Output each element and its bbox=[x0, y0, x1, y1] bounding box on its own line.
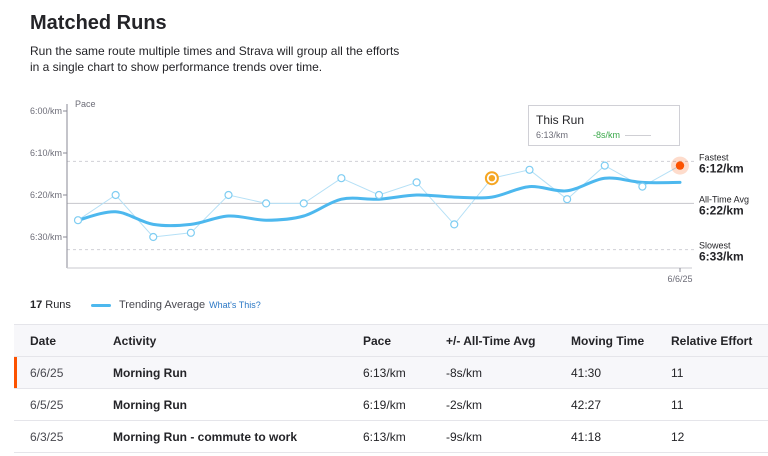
row-relative-effort: 12 bbox=[671, 420, 768, 453]
table-header-row: Date Activity Pace +/- All-Time Avg Movi… bbox=[14, 324, 768, 357]
row-pace: 6:13/km bbox=[363, 356, 446, 389]
whats-this-link[interactable]: What's This? bbox=[209, 300, 261, 310]
tooltip-pace: 6:13/km bbox=[536, 130, 569, 140]
table-row[interactable]: 6/5/25 Morning Run 6:19/km -2s/km 42:27 … bbox=[14, 388, 768, 421]
run-point bbox=[224, 190, 233, 200]
tooltip-title: This Run bbox=[536, 113, 585, 127]
run-point bbox=[149, 232, 158, 242]
run-point bbox=[638, 182, 647, 191]
row-pace: 6:13/km bbox=[363, 420, 446, 453]
header-moving-time[interactable]: Moving Time bbox=[571, 324, 671, 357]
row-moving-time: 41:18 bbox=[571, 420, 671, 453]
header-date[interactable]: Date bbox=[14, 324, 113, 357]
row-activity-link[interactable]: Morning Run - commute to work bbox=[113, 420, 363, 453]
y-tick-label: 6:20/km bbox=[30, 190, 62, 200]
run-point bbox=[337, 174, 346, 183]
table-row[interactable]: 6/6/25 Morning Run 6:13/km -8s/km 41:30 … bbox=[14, 356, 768, 389]
run-point bbox=[563, 195, 572, 204]
run-point bbox=[412, 178, 421, 187]
row-date: 6/3/25 bbox=[14, 420, 113, 453]
row-diff: -2s/km bbox=[446, 388, 571, 421]
row-moving-time: 42:27 bbox=[571, 388, 671, 421]
this-run-tooltip: This Run 6:13/km -8s/km bbox=[528, 105, 680, 146]
row-moving-time: 41:30 bbox=[571, 356, 671, 389]
y-tick-label: 6:30/km bbox=[30, 232, 62, 242]
trend-label: Trending Average bbox=[118, 299, 206, 311]
slowest-value: 6:33/km bbox=[699, 250, 744, 264]
this-run-point bbox=[488, 175, 496, 182]
x-end-label: 6/6/25 bbox=[667, 274, 692, 284]
row-pace: 6:19/km bbox=[363, 388, 446, 421]
chart-legend: 17 Runs Trending Average What's This? bbox=[30, 299, 261, 311]
header-pace[interactable]: Pace bbox=[363, 324, 446, 357]
matched-runs-table: Date Activity Pace +/- All-Time Avg Movi… bbox=[14, 324, 768, 453]
y-tick-label: 6:10/km bbox=[30, 148, 62, 158]
row-diff: -9s/km bbox=[446, 420, 571, 453]
runs-label: Runs bbox=[45, 299, 71, 311]
row-diff: -8s/km bbox=[446, 356, 571, 389]
fastest-value: 6:12/km bbox=[699, 161, 744, 175]
trend-swatch bbox=[90, 303, 111, 307]
y-tick-label: 6:00/km bbox=[30, 106, 62, 116]
fastest-point bbox=[675, 161, 685, 170]
run-point bbox=[262, 199, 271, 208]
trending-average-line bbox=[76, 176, 682, 228]
y-axis-label: Pace bbox=[75, 99, 96, 109]
row-relative-effort: 11 bbox=[671, 388, 768, 421]
row-date: 6/6/25 bbox=[14, 356, 113, 389]
run-point bbox=[600, 161, 609, 170]
row-date: 6/5/25 bbox=[14, 388, 113, 421]
run-point bbox=[186, 228, 195, 237]
header-activity[interactable]: Activity bbox=[113, 324, 363, 357]
run-point bbox=[73, 216, 83, 225]
run-point bbox=[374, 190, 384, 200]
run-point bbox=[111, 190, 120, 200]
tooltip-diff: -8s/km bbox=[593, 130, 620, 140]
row-activity-link[interactable]: Morning Run bbox=[113, 356, 363, 389]
runs-count: 17 bbox=[30, 299, 43, 311]
tooltip-trend-line bbox=[625, 135, 651, 136]
run-point bbox=[450, 220, 459, 229]
table-row[interactable]: 6/3/25 Morning Run - commute to work 6:1… bbox=[14, 420, 768, 453]
average-value: 6:22/km bbox=[699, 203, 744, 217]
header-relative-effort[interactable]: Relative Effort bbox=[671, 324, 768, 357]
row-activity-link[interactable]: Morning Run bbox=[113, 388, 363, 421]
header-diff[interactable]: +/- All-Time Avg bbox=[446, 324, 571, 357]
run-point bbox=[525, 165, 534, 174]
row-relative-effort: 11 bbox=[671, 356, 768, 389]
run-point bbox=[299, 199, 308, 208]
